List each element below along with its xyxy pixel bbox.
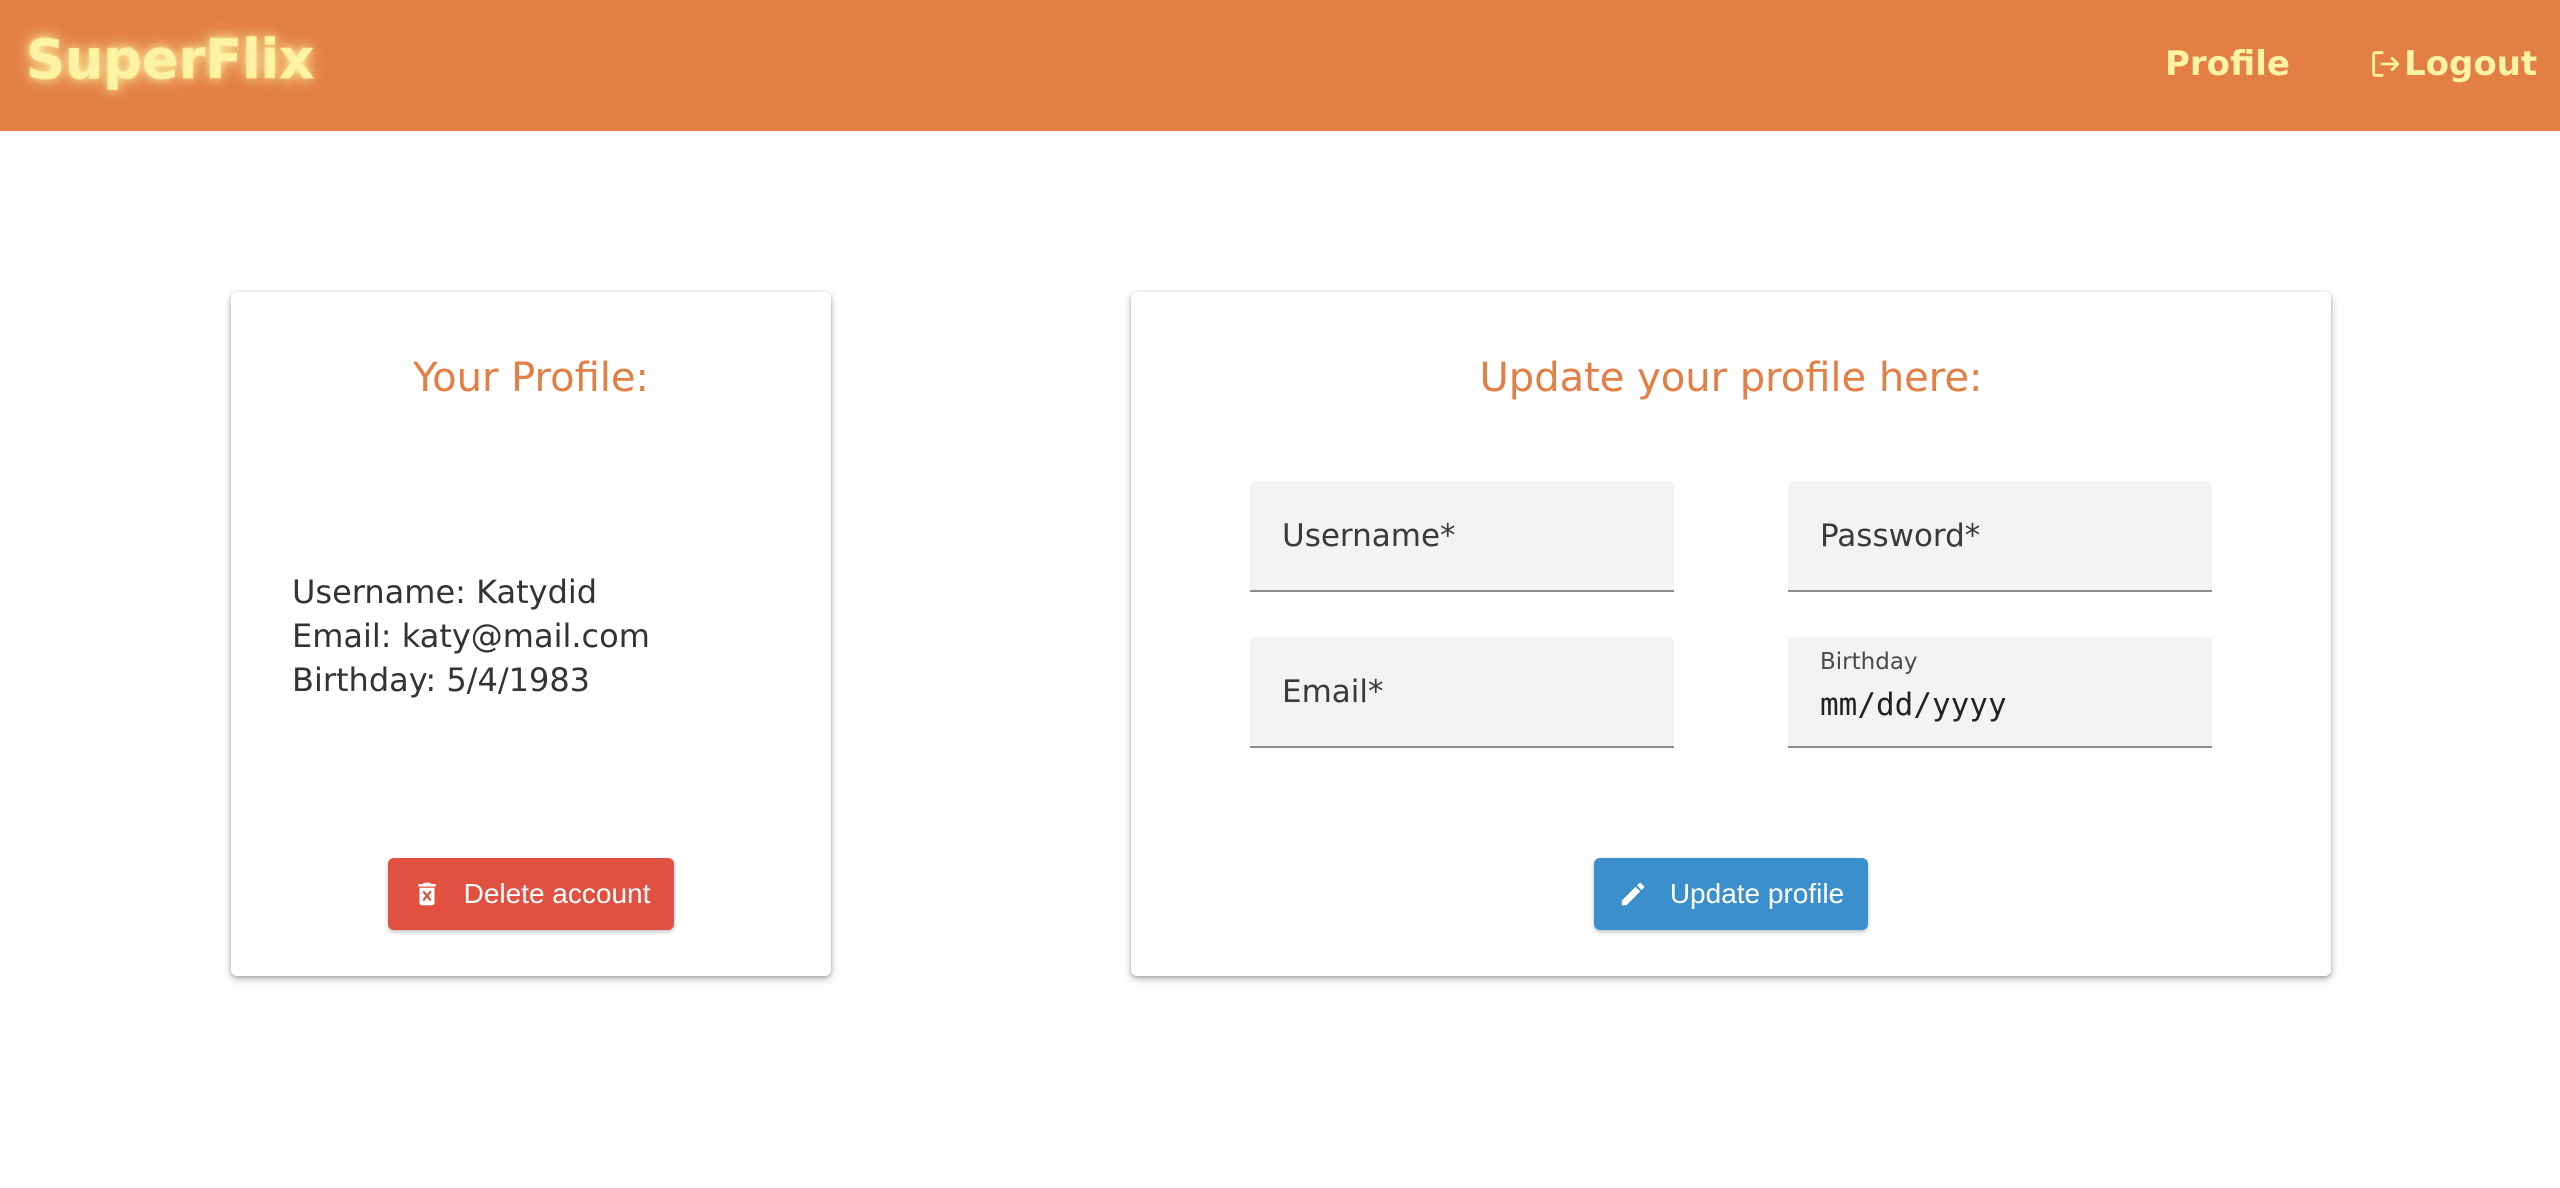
birthday-field-label: Birthday: [1820, 649, 1918, 675]
nav-profile-link[interactable]: Profile: [2165, 44, 2290, 84]
profile-username: Username: Katydid: [292, 573, 598, 611]
profile-card: Your Profile: Username: Katydid Email: k…: [231, 292, 831, 976]
profile-info: Username: Katydid Email: katy@mail.com B…: [292, 570, 650, 702]
email-field[interactable]: Email*: [1250, 637, 1674, 748]
profile-card-title: Your Profile:: [413, 355, 649, 401]
trash-icon: [412, 879, 442, 909]
password-field-label: Password*: [1820, 518, 1981, 554]
update-profile-label: Update profile: [1669, 878, 1845, 909]
pencil-icon: [1618, 879, 1648, 909]
brand-logo[interactable]: SuperFlix: [26, 28, 315, 92]
password-field[interactable]: Password*: [1788, 481, 2212, 592]
username-field[interactable]: Username*: [1250, 481, 1674, 592]
update-profile-button[interactable]: Update profile: [1594, 858, 1868, 930]
username-field-label: Username*: [1282, 518, 1456, 554]
logout-icon: [2368, 47, 2402, 81]
birthday-input[interactable]: [1820, 687, 2180, 723]
update-card-title: Update your profile here:: [1479, 355, 1983, 401]
profile-birthday: Birthday: 5/4/1983: [292, 661, 591, 699]
email-field-label: Email*: [1282, 674, 1384, 710]
nav-logout-label: Logout: [2404, 44, 2538, 84]
profile-email: Email: katy@mail.com: [292, 617, 650, 655]
delete-account-button[interactable]: Delete account: [388, 858, 674, 930]
delete-account-label: Delete account: [463, 878, 651, 909]
navbar: SuperFlix Profile Logout: [0, 0, 2560, 131]
birthday-field[interactable]: Birthday: [1788, 637, 2212, 748]
nav-logout-link[interactable]: Logout: [2368, 44, 2537, 84]
nav-profile-label: Profile: [2165, 44, 2290, 84]
update-profile-card: Update your profile here: Username* Pass…: [1131, 292, 2331, 976]
